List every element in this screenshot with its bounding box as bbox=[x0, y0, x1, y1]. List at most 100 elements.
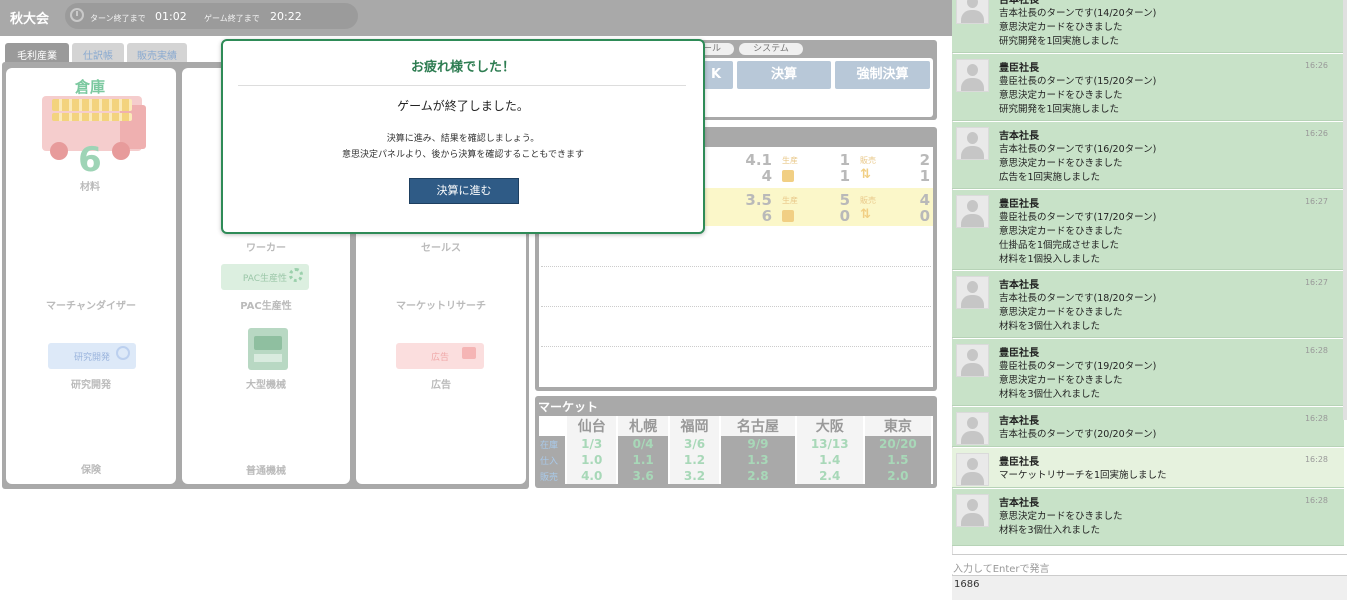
truck-wheel-icon bbox=[50, 142, 68, 160]
tab-journal[interactable]: 仕訳帳 bbox=[72, 43, 124, 63]
player-material: 6 bbox=[761, 207, 772, 225]
market-city: 福岡 bbox=[668, 416, 722, 436]
transfer-icon: ⇅ bbox=[860, 207, 871, 222]
pac-label: PAC生産性 bbox=[240, 301, 292, 312]
tab-company[interactable]: 毛利産業 bbox=[5, 43, 69, 63]
chat-message-line: 吉本社長のターンです(16/20ターン) bbox=[999, 144, 1157, 155]
market-title: マーケット bbox=[538, 400, 599, 414]
chat-message-line: 意思決定カードをひきました bbox=[999, 307, 1123, 318]
chat-message-line: 研究開発を1回実施しました bbox=[999, 104, 1120, 115]
chat-message-line: 材料を3個仕入れました bbox=[999, 389, 1101, 400]
chat-message: 豊臣社長 16:26 豊臣社長のターンです(15/20ターン) 意思決定カードをひきま… bbox=[952, 54, 1344, 121]
avatar-icon bbox=[956, 494, 989, 527]
chat-message: 吉本社長 吉本社長のターンです(14/20ターン) 意思決定カードをひきました 研究開… bbox=[952, 0, 1344, 53]
worker-label: ワーカー bbox=[246, 243, 286, 254]
chat-timestamp: 16:27 bbox=[1304, 197, 1328, 206]
system-tab-button[interactable]: システム bbox=[739, 43, 803, 55]
chat-timestamp: 16:26 bbox=[1304, 129, 1328, 138]
chat-message-line: マーケットリサーチを1回実施しました bbox=[999, 470, 1167, 481]
chat-message-line: 意思決定カードをひきました bbox=[999, 90, 1123, 101]
chat-sender: 豊臣社長 bbox=[999, 457, 1039, 468]
avatar-icon bbox=[956, 0, 989, 24]
chat-timestamp: 16:28 bbox=[1304, 496, 1328, 505]
market-cell: 13/13 bbox=[795, 436, 865, 452]
modal-instruction: 決算に進み、結果を確認しましょう。 bbox=[386, 134, 540, 144]
force-settle-button[interactable]: 強制決算 bbox=[835, 61, 930, 89]
chat-timestamp: 16:28 bbox=[1304, 346, 1328, 355]
game-timer-value: 20:22 bbox=[270, 10, 302, 23]
chat-message: 豊臣社長 16:28 豊臣社長のターンです(19/20ターン) 意思決定カードをひきま… bbox=[952, 339, 1344, 406]
market-cell: 1.4 bbox=[795, 452, 865, 468]
warehouse-count: 6 bbox=[78, 140, 102, 180]
market-city: 名古屋 bbox=[720, 416, 797, 436]
merchandiser-label: マーチャンダイザー bbox=[46, 301, 136, 312]
proceed-to-settlement-button[interactable]: 決算に進む bbox=[409, 178, 519, 204]
chat-message-line: 意思決定カードをひきました bbox=[999, 22, 1123, 33]
tab-sales-record[interactable]: 販売実績 bbox=[127, 43, 187, 63]
avatar-icon bbox=[956, 276, 989, 309]
rd-label: 研究開発 bbox=[71, 380, 111, 391]
chat-message-line: 意思決定カードをひきました bbox=[999, 511, 1123, 522]
box-icon bbox=[782, 170, 794, 182]
market-cell: 3.2 bbox=[668, 468, 722, 484]
sales-count-label: 販売 bbox=[860, 156, 876, 165]
market-cell: 1.3 bbox=[720, 452, 797, 468]
chat-sender: 豊臣社長 bbox=[999, 63, 1039, 74]
warehouse-unit: 材料 bbox=[80, 182, 100, 193]
chat-message-line: 吉本社長のターンです(18/20ターン) bbox=[999, 293, 1157, 304]
chat-message-line: 広告を1回実施しました bbox=[999, 172, 1101, 183]
market-cell: 1.1 bbox=[617, 452, 670, 468]
market-cell: 0/4 bbox=[617, 436, 670, 452]
player-products: 0 bbox=[919, 207, 930, 225]
row-divider bbox=[541, 266, 931, 267]
chat-message-line: 意思決定カードをひきました bbox=[999, 375, 1123, 386]
avatar-icon bbox=[956, 453, 989, 486]
market-cell: 1.5 bbox=[863, 452, 934, 468]
market-cell: 2.4 bbox=[795, 468, 865, 484]
chat-timestamp: 16:27 bbox=[1304, 278, 1328, 287]
chat-timestamp: 16:28 bbox=[1304, 414, 1328, 423]
chat-message-line: 研究開発を1回実施しました bbox=[999, 36, 1120, 47]
player-products: 1 bbox=[919, 167, 930, 185]
ad-label: 広告 bbox=[431, 380, 451, 391]
chat-message: 吉本社長 16:26 吉本社長のターンです(16/20ターン) 意思決定カードをひきま… bbox=[952, 122, 1344, 189]
player-material: 4 bbox=[761, 167, 772, 185]
chat-message-line: 豊臣社長のターンです(19/20ターン) bbox=[999, 361, 1157, 372]
row-divider bbox=[541, 306, 931, 307]
market-city: 大阪 bbox=[795, 416, 865, 436]
settle-button[interactable]: 決算 bbox=[737, 61, 831, 89]
chat-sender: 吉本社長 bbox=[999, 416, 1039, 427]
normal-machine-label: 普通機械 bbox=[246, 466, 286, 477]
large-machine-label: 大型機械 bbox=[246, 380, 286, 391]
production-label: 生産 bbox=[782, 196, 798, 205]
avatar-icon bbox=[956, 344, 989, 377]
chat-message: 豊臣社長 16:28 マーケットリサーチを1回実施しました bbox=[952, 448, 1344, 488]
market-row-label: 在庫 bbox=[539, 436, 567, 452]
chat-message-line: 材料を1個投入しました bbox=[999, 254, 1101, 265]
chat-message: 吉本社長 16:27 吉本社長のターンです(18/20ターン) 意思決定カードをひきま… bbox=[952, 271, 1344, 338]
material-stack-icon bbox=[52, 113, 132, 121]
chat-message-line: 仕掛品を1個完成させました bbox=[999, 240, 1120, 251]
turn-timer-value: 01:02 bbox=[155, 10, 187, 23]
market-table: 仙台 札幌 福岡 名古屋 大阪 東京 在庫 1/3 0/4 3/6 9/9 13… bbox=[539, 416, 934, 484]
chat-message-line: 材料を3個仕入れました bbox=[999, 525, 1101, 536]
market-cell: 1/3 bbox=[566, 436, 619, 452]
warehouse-title: 倉庫 bbox=[74, 78, 105, 96]
market-row-label: 販売 bbox=[539, 468, 567, 484]
game-title: 秋大会 bbox=[10, 12, 50, 27]
chat-message-list[interactable]: 吉本社長 吉本社長のターンです(14/20ターン) 意思決定カードをひきました 研究開… bbox=[952, 0, 1347, 548]
modal-divider bbox=[238, 85, 686, 86]
market-city: 東京 bbox=[863, 416, 934, 436]
chat-sender: 豊臣社長 bbox=[999, 348, 1039, 359]
market-cell: 2.0 bbox=[863, 468, 934, 484]
avatar-icon bbox=[956, 127, 989, 160]
gift-icon bbox=[462, 347, 476, 359]
clock-icon bbox=[70, 8, 84, 22]
market-cell: 3.6 bbox=[617, 468, 670, 484]
market-row-label: 仕入 bbox=[539, 452, 567, 468]
chat-input[interactable]: 入力してEnterで発言 bbox=[952, 554, 1347, 575]
chat-message-line: 豊臣社長のターンです(15/20ターン) bbox=[999, 76, 1157, 87]
row-divider bbox=[541, 346, 931, 347]
market-cell: 9/9 bbox=[720, 436, 797, 452]
chat-scrollbar[interactable] bbox=[1343, 0, 1347, 420]
